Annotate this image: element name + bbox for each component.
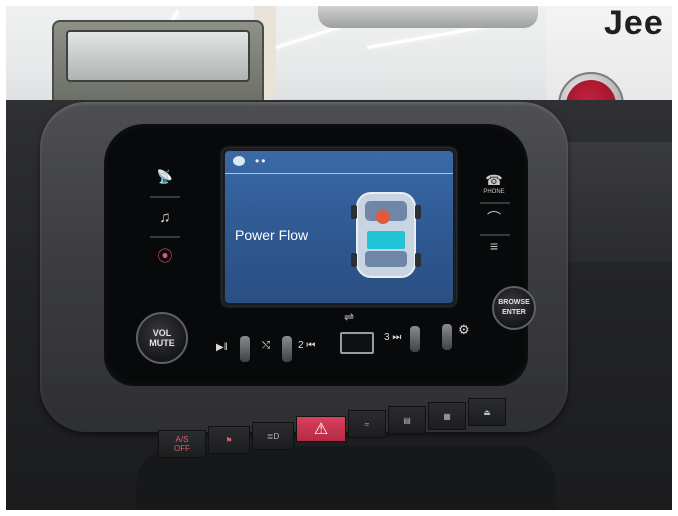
preset-2-rocker[interactable] [282, 336, 292, 362]
engine-indicator [376, 210, 390, 224]
menu-icon: ≡ [489, 238, 499, 254]
brand-sign-text: Jee [604, 6, 664, 42]
headlight-switch[interactable]: ≣D [252, 422, 294, 450]
switch-label: ≣D [266, 431, 280, 441]
settings-icon: ⚙ [458, 322, 470, 337]
phone-label: PHONE [483, 189, 505, 195]
hangup-icon: ⌒ [487, 210, 501, 226]
shuffle-label: ⤭ [262, 340, 270, 351]
car-rear-window [365, 251, 407, 267]
usb-port[interactable] [340, 332, 374, 354]
rearview-mirror [318, 6, 538, 28]
wheel [415, 253, 421, 267]
hazard-button[interactable]: ⚠ [296, 416, 346, 442]
battery-block [367, 231, 405, 249]
auto-stop-off-switch[interactable]: A/S OFF [158, 430, 206, 458]
browse-enter-knob[interactable]: BROWSE ENTER [492, 286, 536, 330]
photo-scene: Jee FIAT 📡 ♫ ⦿ •• Power Flow [6, 6, 672, 510]
button-separator [480, 202, 510, 204]
volume-mute-knob[interactable]: VOL MUTE [136, 312, 188, 364]
hazard-icon: ⚠ [313, 420, 329, 438]
page-dots: •• [255, 154, 268, 168]
screen-header: •• [225, 151, 453, 174]
switch-label: ⚑ [225, 435, 233, 445]
button-separator [480, 234, 510, 236]
defrost-switch[interactable]: ▤ [388, 406, 426, 434]
hangup-button[interactable]: ⌒ [480, 208, 508, 228]
climate-switch[interactable]: ≈ [348, 410, 386, 438]
preset-3-rocker[interactable] [410, 326, 420, 352]
settings-rocker[interactable] [442, 324, 452, 350]
wheel [351, 253, 357, 267]
dashboard-right-trim [554, 142, 672, 262]
play-pause-rocker[interactable] [240, 336, 250, 362]
touchscreen[interactable]: •• Power Flow [222, 148, 456, 306]
uconnect-logo-icon [233, 156, 245, 166]
switch-label: ≈ [364, 419, 370, 429]
phone-icon: ☎ [485, 172, 503, 188]
switch-label: ⏏ [483, 407, 491, 417]
play-pause-label: ▶‖ [216, 342, 228, 353]
switch-label: A/S OFF [174, 435, 190, 453]
phone-button[interactable]: ☎ PHONE [480, 172, 508, 195]
button-separator [150, 196, 180, 198]
wheel [415, 205, 421, 219]
preset-2-label: 2 ⏮ [298, 340, 316, 351]
usb-icon: ⇌ [344, 310, 355, 324]
vehicle-windshield [66, 30, 250, 82]
brand-eye-icon[interactable]: ⦿ [148, 242, 182, 268]
antenna-icon[interactable]: 📡 [148, 164, 182, 190]
rear-fog-switch[interactable]: ⚑ [208, 426, 250, 454]
browse-knob-label: BROWSE ENTER [498, 299, 530, 316]
wheel [351, 205, 357, 219]
volume-knob-label: VOL MUTE [149, 328, 175, 348]
switch-label: ▦ [443, 411, 451, 421]
menu-button[interactable]: ≡ [480, 238, 508, 254]
car-power-flow-graphic [351, 192, 421, 278]
trunk-switch[interactable]: ⏏ [468, 398, 506, 426]
rear-defrost-switch[interactable]: ▦ [428, 402, 466, 430]
music-note-icon[interactable]: ♫ [148, 204, 182, 230]
preset-3-label: 3 ⏭ [384, 332, 402, 343]
switch-label: ▤ [403, 415, 411, 425]
screen-content: •• Power Flow [225, 151, 453, 303]
screen-title: Power Flow [235, 227, 309, 243]
button-separator [150, 236, 180, 238]
